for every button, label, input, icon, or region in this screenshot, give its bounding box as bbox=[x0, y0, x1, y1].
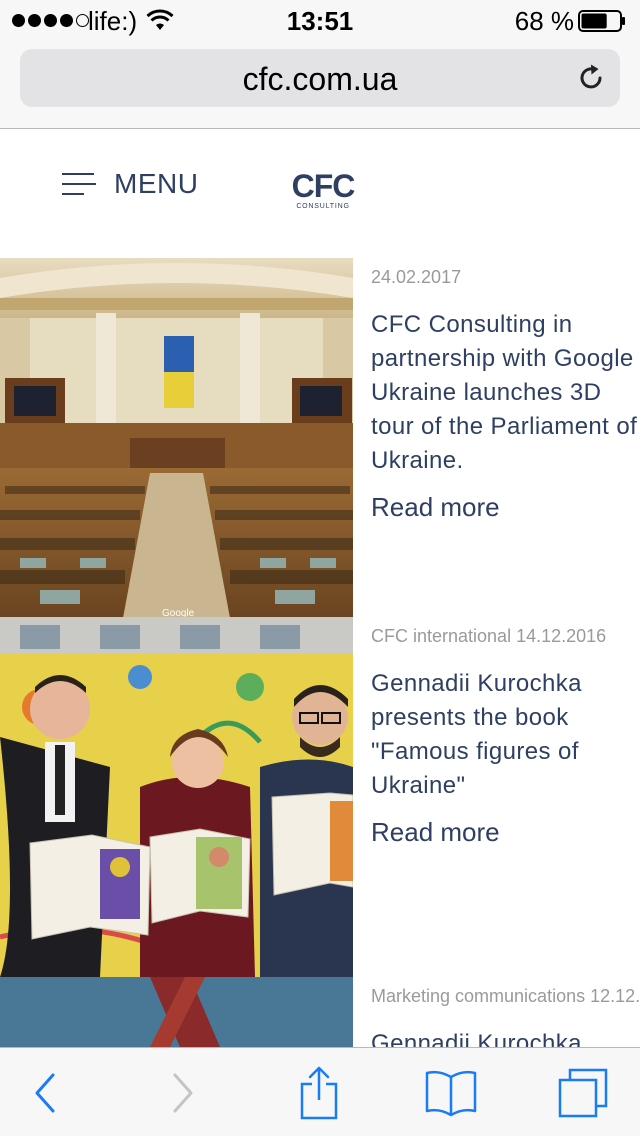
ribbon-image[interactable] bbox=[0, 977, 353, 1047]
menu-label: MENU bbox=[114, 168, 199, 199]
article-body: Marketing communications 12.12.2 Gennadi… bbox=[371, 977, 640, 1047]
read-more-link[interactable]: Read more bbox=[371, 815, 640, 849]
article-card[interactable]: Google 24.02.2017 CFC Consulting in part… bbox=[0, 258, 640, 618]
browser-toolbar bbox=[0, 1047, 640, 1136]
article-body: CFC international 14.12.2016 Gennadii Ku… bbox=[371, 617, 640, 849]
article-title[interactable]: Gennadii Kurochka bbox=[371, 1027, 640, 1047]
chevron-right-icon bbox=[173, 1073, 193, 1112]
site-header: MENU CFC CONSULTING bbox=[0, 130, 640, 258]
logo-text: CFC bbox=[291, 168, 356, 204]
parliament-hall-image[interactable]: Google bbox=[0, 258, 353, 618]
cfc-logo[interactable]: CFC CONSULTING bbox=[288, 170, 358, 216]
reload-icon[interactable] bbox=[576, 63, 606, 93]
url-text[interactable]: cfc.com.ua bbox=[20, 61, 620, 97]
article-title[interactable]: Gennadii Kurochka presents the book "Fam… bbox=[371, 667, 640, 803]
article-card[interactable]: Marketing communications 12.12.2 Gennadi… bbox=[0, 977, 640, 1047]
share-button[interactable] bbox=[284, 1048, 354, 1136]
status-bar: life:) 13:51 68 % bbox=[0, 0, 640, 40]
book-icon bbox=[425, 1070, 477, 1116]
battery-percent: 68 % bbox=[514, 6, 574, 36]
article-meta: Marketing communications 12.12.2 bbox=[371, 986, 640, 1006]
share-icon bbox=[300, 1066, 338, 1119]
logo-subtext: CONSULTING bbox=[296, 203, 350, 210]
article-title[interactable]: CFC Consulting in partnership with Googl… bbox=[371, 308, 640, 478]
address-bar[interactable]: cfc.com.ua bbox=[20, 49, 620, 107]
forward-button[interactable] bbox=[148, 1048, 218, 1136]
article-meta: 24.02.2017 bbox=[371, 267, 462, 287]
tabs-icon bbox=[558, 1068, 608, 1117]
article-body: 24.02.2017 CFC Consulting in partnership… bbox=[371, 258, 640, 524]
menu-button[interactable]: MENU bbox=[62, 164, 198, 204]
browser-address-area: cfc.com.ua bbox=[0, 40, 640, 129]
book-presentation-image[interactable] bbox=[0, 617, 353, 977]
tabs-button[interactable] bbox=[548, 1048, 618, 1136]
article-card[interactable]: CFC international 14.12.2016 Gennadii Ku… bbox=[0, 617, 640, 977]
hamburger-icon bbox=[62, 169, 96, 199]
battery-icon bbox=[578, 10, 625, 32]
read-more-link[interactable]: Read more bbox=[371, 490, 640, 524]
back-button[interactable] bbox=[10, 1048, 80, 1136]
bookmarks-button[interactable] bbox=[416, 1048, 486, 1136]
chevron-left-icon bbox=[35, 1073, 55, 1112]
article-meta: CFC international 14.12.2016 bbox=[371, 626, 607, 646]
